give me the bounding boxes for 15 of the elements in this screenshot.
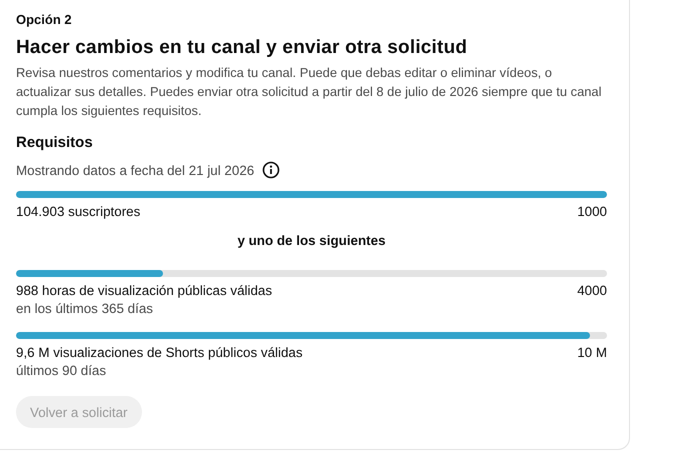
metric-target: 10 M [577,345,607,360]
section-title: Hacer cambios en tu canal y enviar otra solicitud [16,37,468,59]
description: Revisa nuestros comentarios y modifica tu canal. Puede que debas editar o eliminar vídeos, o actualizar sus detalles. Puedes enviar otra solicitud a partir del 8 de julio de 2026 siempre que tu canal cumpla los siguientes requisitos. [16,64,602,120]
option-label: Opción 2 [16,12,73,29]
metric-target: 4000 [577,283,607,298]
metric-label: 104.903 suscriptores [16,204,140,219]
separator-text: y uno de los siguientes [236,233,387,248]
metric-period: últimos 90 días [16,363,108,378]
data-date: Mostrando datos a fecha del 21 jul 2026 [16,162,254,178]
metric-label: 9,6 M visualizaciones de Shorts públicos válidas [16,345,303,360]
metric-target: 1000 [577,204,607,219]
metric-period: en los últimos 365 días [16,301,154,316]
info-icon[interactable] [262,161,280,179]
metric-label: 988 horas de visualización públicas válidas [16,283,272,298]
requirements-title: Requisitos [16,134,94,151]
